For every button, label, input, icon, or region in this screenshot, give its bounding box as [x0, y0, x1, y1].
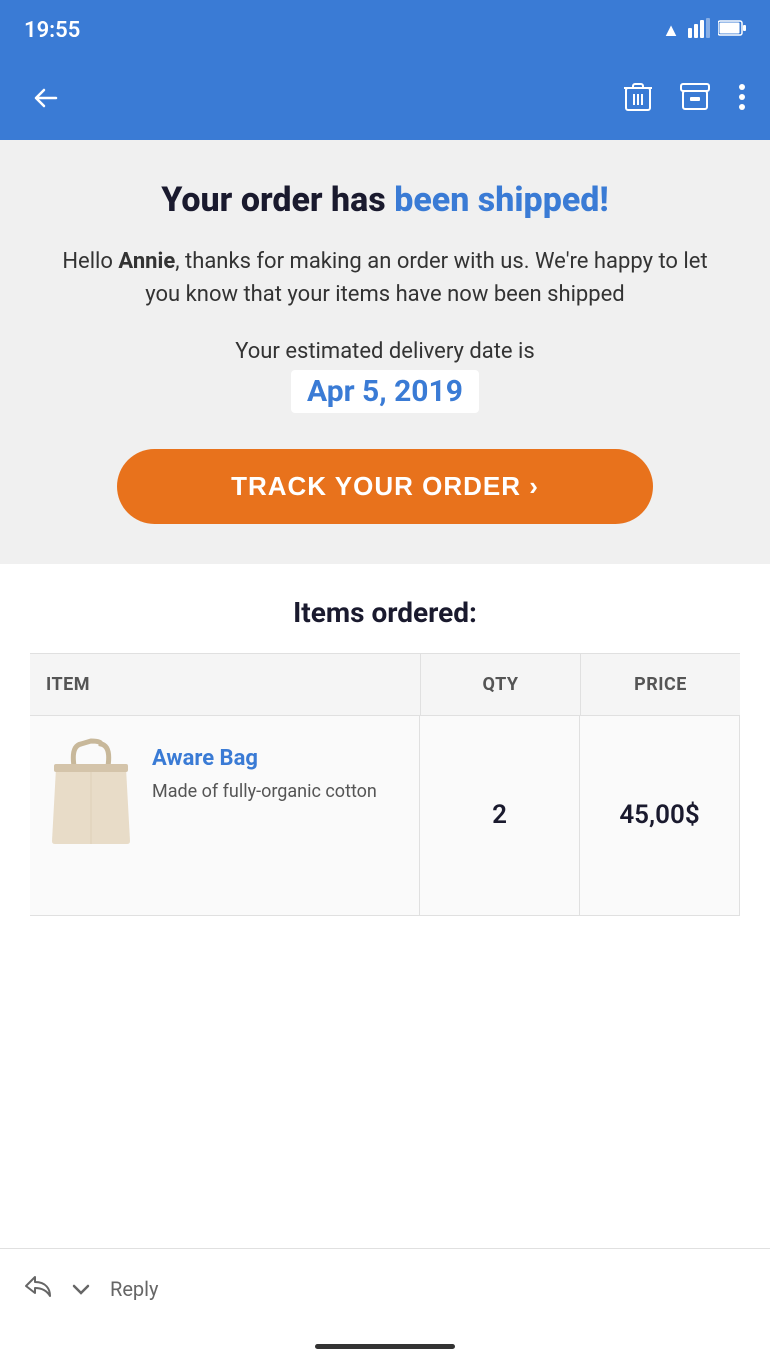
- product-image: [46, 736, 136, 846]
- product-description: Made of fully-organic cotton: [152, 779, 377, 804]
- table-cell-item: Aware Bag Made of fully-organic cotton: [30, 716, 420, 915]
- hero-subtitle-part2: , thanks for making an order with us. We…: [145, 249, 707, 307]
- app-bar-right: [624, 81, 746, 120]
- wifi-icon: ▲: [662, 20, 680, 41]
- table-header-price: PRICE: [580, 654, 740, 715]
- table-header-qty: QTY: [420, 654, 580, 715]
- table-row: Aware Bag Made of fully-organic cotton 2…: [30, 716, 740, 916]
- hero-subtitle-name: Annie: [118, 249, 175, 274]
- table-header: ITEM QTY PRICE: [30, 653, 740, 716]
- app-bar: [0, 60, 770, 140]
- more-options-icon[interactable]: [738, 83, 746, 118]
- hero-title-normal: Your order has: [161, 180, 394, 220]
- track-order-button[interactable]: TRACK YOUR ORDER ›: [117, 449, 653, 524]
- home-indicator: [0, 1328, 770, 1364]
- status-bar: 19:55 ▲: [0, 0, 770, 60]
- table-header-item: ITEM: [30, 654, 420, 715]
- reply-label: Reply: [110, 1277, 159, 1301]
- delete-icon[interactable]: [624, 81, 652, 120]
- hero-subtitle-part1: Hello: [62, 249, 118, 274]
- app-bar-left: [24, 76, 68, 125]
- items-title: Items ordered:: [30, 596, 740, 629]
- status-icons: ▲: [662, 18, 746, 43]
- hero-section: Your order has been shipped! Hello Annie…: [0, 140, 770, 564]
- home-bar: [315, 1344, 455, 1349]
- product-info: Aware Bag Made of fully-organic cotton: [152, 736, 377, 804]
- status-time: 19:55: [24, 18, 80, 43]
- archive-icon[interactable]: [680, 83, 710, 118]
- items-section: Items ordered: ITEM QTY PRICE: [0, 564, 770, 916]
- bottom-bar: Reply: [0, 1248, 770, 1328]
- delivery-date: Apr 5, 2019: [291, 370, 479, 413]
- table-cell-price: 45,00$: [580, 716, 740, 915]
- dropdown-icon[interactable]: [72, 1277, 90, 1301]
- reply-icon[interactable]: [24, 1274, 52, 1304]
- signal-icon: [688, 18, 710, 43]
- back-button[interactable]: [24, 76, 68, 125]
- hero-title-highlight: been shipped!: [394, 180, 609, 220]
- delivery-text: Your estimated delivery date is: [50, 339, 720, 364]
- battery-icon: [718, 20, 746, 41]
- hero-title: Your order has been shipped!: [50, 180, 720, 221]
- table-cell-qty: 2: [420, 716, 580, 915]
- product-name: Aware Bag: [152, 746, 377, 771]
- hero-subtitle: Hello Annie, thanks for making an order …: [50, 245, 720, 311]
